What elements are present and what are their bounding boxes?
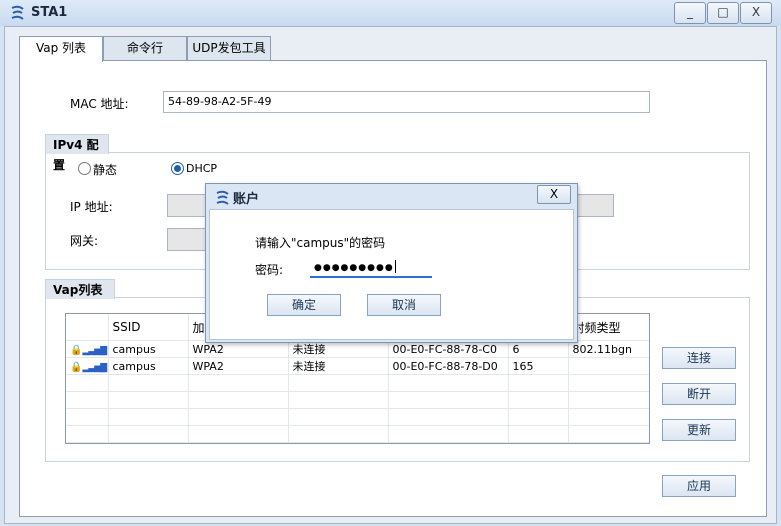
cancel-button[interactable]: 取消	[367, 294, 441, 316]
col-icon	[66, 314, 109, 341]
row-channel: 6	[508, 340, 569, 358]
ok-button[interactable]: 确定	[267, 294, 341, 316]
gateway-label: 网关:	[70, 234, 99, 248]
col-ssid: SSID	[108, 314, 189, 341]
row-enc: WPA2	[188, 340, 289, 358]
table-row[interactable]: 🔒▂▃▅▇ campus WPA2 未连接 00-E0-FC-88-78-D0 …	[66, 357, 649, 375]
window-title: STA1	[31, 5, 68, 20]
vap-legend: Vap列表	[45, 279, 115, 299]
tab-vap-list[interactable]: Vap 列表	[19, 36, 103, 62]
table-row-empty	[66, 374, 649, 392]
dialog-close-button[interactable]: X	[537, 185, 571, 204]
password-label: 密码:	[255, 263, 284, 277]
dhcp-label: DHCP	[186, 162, 218, 175]
row-bssid: 00-E0-FC-88-78-D0	[388, 357, 509, 375]
row-enc: WPA2	[188, 357, 289, 375]
tab-command-line[interactable]: 命令行	[103, 36, 187, 61]
table-row[interactable]: 🔒▂▃▅▇ campus WPA2 未连接 00-E0-FC-88-78-C0 …	[66, 340, 649, 358]
table-row-empty	[66, 391, 649, 409]
connect-button[interactable]: 连接	[662, 347, 736, 369]
static-radio[interactable]	[78, 162, 91, 175]
password-field[interactable]: ●●●●●●●●●	[310, 257, 432, 278]
password-prompt: 请输入"campus"的密码	[255, 236, 386, 250]
minimize-button[interactable]: _	[674, 2, 706, 24]
table-row-empty	[66, 425, 649, 443]
signal-icon: ▂▃▅▇	[82, 362, 107, 373]
row-bssid: 00-E0-FC-88-78-C0	[388, 340, 509, 358]
refresh-button[interactable]: 更新	[662, 419, 736, 441]
dialog-body: 请输入"campus"的密码 密码: ●●●●●●●●● 确定 取消	[209, 209, 574, 340]
disconnect-button[interactable]: 断开	[662, 383, 736, 405]
ip-label: IP 地址:	[70, 200, 113, 214]
row-channel: 165	[508, 357, 569, 375]
signal-icon: ▂▃▅▇	[82, 345, 107, 356]
col-radio-type: 射频类型	[568, 314, 649, 341]
ipv4-legend: IPv4 配置	[45, 134, 109, 172]
text-caret	[394, 260, 396, 273]
dialog-title: 账户	[233, 192, 260, 207]
static-label: 静态	[93, 163, 118, 177]
row-radio	[568, 357, 649, 375]
dhcp-radio[interactable]	[171, 162, 184, 175]
row-radio: 802.11bgn	[568, 340, 649, 358]
tab-udp-tool[interactable]: UDP发包工具	[187, 36, 271, 61]
password-value: ●●●●●●●●●	[314, 263, 394, 273]
apply-button[interactable]: 应用	[662, 475, 736, 497]
row-status: 未连接	[288, 340, 389, 358]
account-dialog: 账户 X 请输入"campus"的密码 密码: ●●●●●●●●● 确定 取消	[205, 183, 578, 343]
lock-icon: 🔒	[70, 361, 83, 373]
maximize-button[interactable]: □	[707, 2, 739, 24]
lock-icon: 🔒	[70, 344, 83, 356]
row-status: 未连接	[288, 357, 389, 375]
row-ssid: campus	[108, 357, 189, 375]
app-icon	[11, 5, 24, 20]
mac-label: MAC 地址:	[70, 97, 129, 111]
title-bar: STA1 _ □ X	[0, 0, 781, 26]
app-icon	[216, 190, 229, 205]
table-row-empty	[66, 408, 649, 426]
close-button[interactable]: X	[740, 2, 772, 24]
mac-field[interactable]: 54-89-98-A2-5F-49	[163, 91, 650, 113]
row-ssid: campus	[108, 340, 189, 358]
